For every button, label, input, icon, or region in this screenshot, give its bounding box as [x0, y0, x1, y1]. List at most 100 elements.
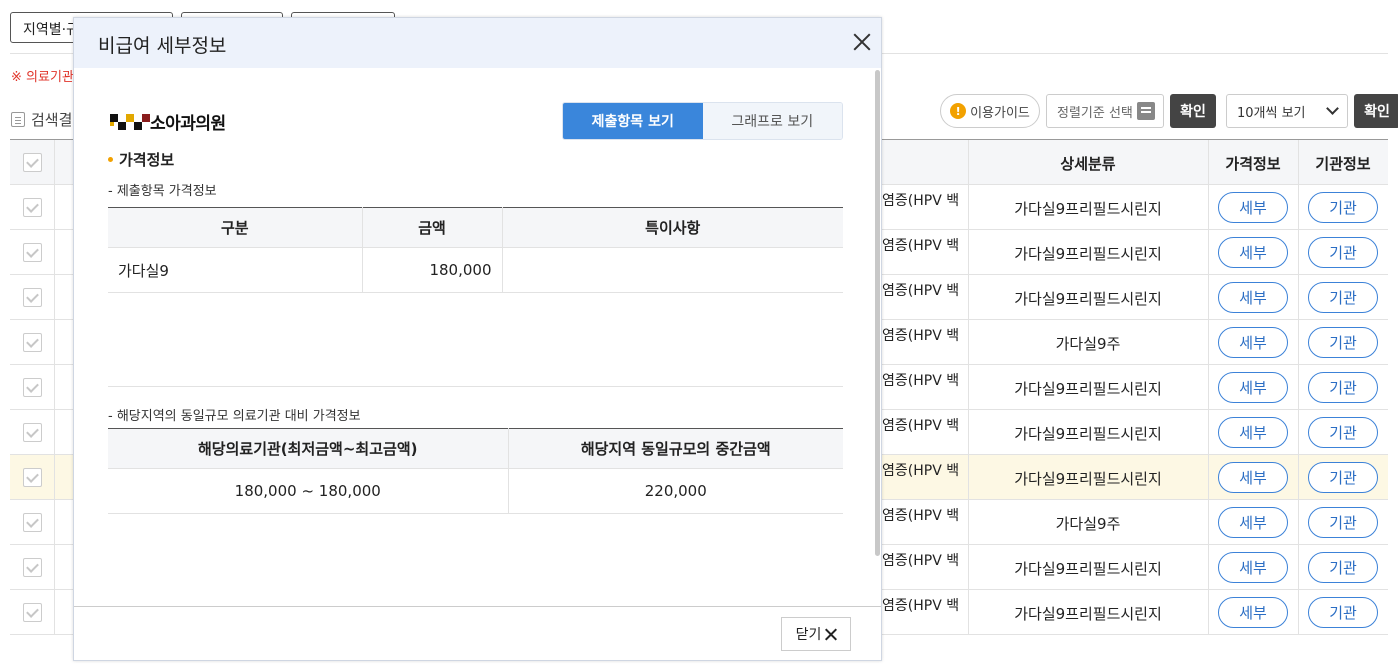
cell-item-name: 염증(HPV 백 — [882, 553, 960, 569]
column-divider — [54, 410, 55, 454]
select-all-checkbox[interactable] — [23, 153, 42, 172]
price-detail-button[interactable]: 세부 — [1218, 552, 1288, 583]
price-detail-button[interactable]: 세부 — [1218, 597, 1288, 628]
header-range: 해당의료기관(최저금액~최고금액) — [108, 428, 508, 469]
per-page-confirm-button[interactable]: 확인 — [1354, 94, 1398, 128]
sort-confirm-button[interactable]: 확인 — [1170, 94, 1216, 128]
result-label-text: 검색결 — [31, 111, 73, 129]
table-row: 180,000 ~ 180,000 220,000 — [108, 468, 843, 514]
table-row: 가다실9 180,000 — [108, 247, 843, 293]
table-header-row: 해당의료기관(최저금액~최고금액) 해당지역 동일규모의 중간금액 — [108, 428, 843, 469]
institution-button[interactable]: 기관 — [1308, 552, 1378, 583]
row-checkbox[interactable] — [23, 378, 42, 397]
notice-text: ※ 의료기관 — [11, 70, 74, 85]
cell-category: 가다실9주 — [1055, 515, 1121, 533]
row-checkbox[interactable] — [23, 513, 42, 532]
price-detail-button[interactable]: 세부 — [1218, 462, 1288, 493]
cell-category: 가다실9프리필드시린지 — [1014, 380, 1162, 398]
section-title-text: 가격정보 — [119, 151, 175, 169]
modal-scrollbar[interactable] — [875, 70, 880, 556]
section-title: 가격정보 — [108, 149, 174, 170]
tab-graph-view[interactable]: 그래프로 보기 — [702, 103, 842, 139]
header-note: 특이사항 — [501, 207, 843, 248]
bullet-icon — [108, 157, 113, 162]
price-detail-button[interactable]: 세부 — [1218, 282, 1288, 313]
institution-button[interactable]: 기관 — [1308, 597, 1378, 628]
institution-button[interactable]: 기관 — [1308, 507, 1378, 538]
modal-header: 비급여 세부정보 — [74, 18, 881, 68]
cell-category: 가다실9프리필드시린지 — [1014, 425, 1162, 443]
cell-category: 가다실9프리필드시린지 — [1014, 560, 1162, 578]
column-divider — [54, 545, 55, 589]
footer-divider — [74, 606, 881, 607]
cell-category: 가다실9프리필드시린지 — [1014, 200, 1162, 218]
row-checkbox[interactable] — [23, 333, 42, 352]
sort-select[interactable]: 정렬기준 선택 — [1046, 94, 1164, 128]
header-item: 구분 — [108, 207, 362, 248]
info-icon: ! — [950, 103, 967, 119]
header-amount: 금액 — [361, 207, 502, 248]
institution-button[interactable]: 기관 — [1308, 282, 1378, 313]
column-divider — [54, 320, 55, 364]
row-checkbox[interactable] — [23, 243, 42, 262]
tab-submitted-items[interactable]: 제출항목 보기 — [563, 103, 703, 139]
submitted-price-table: 구분 금액 특이사항 가다실9 180,000 — [108, 207, 843, 293]
column-divider — [54, 590, 55, 634]
divider — [108, 386, 843, 387]
price-detail-button[interactable]: 세부 — [1218, 507, 1288, 538]
row-checkbox[interactable] — [23, 558, 42, 577]
price-detail-button[interactable]: 세부 — [1218, 192, 1288, 223]
institution-button[interactable]: 기관 — [1308, 327, 1378, 358]
header-category: 상세분류 — [1060, 155, 1116, 173]
header-price: 가격정보 — [1225, 155, 1281, 173]
institution-button[interactable]: 기관 — [1308, 192, 1378, 223]
background-page: 지역별·규 ※ 의료기관 검색결 ! 이용가이드 정렬기준 선택 확인 10개씩… — [0, 0, 1398, 669]
cell-note — [501, 247, 843, 293]
cell-item-name: 염증(HPV 백 — [882, 283, 960, 299]
price-detail-button[interactable]: 세부 — [1218, 237, 1288, 268]
cell-category: 가다실9주 — [1055, 335, 1121, 353]
column-divider — [54, 185, 55, 229]
price-detail-button[interactable]: 세부 — [1218, 372, 1288, 403]
institution-button[interactable]: 기관 — [1308, 372, 1378, 403]
chevron-down-icon — [1326, 102, 1339, 115]
close-icon — [825, 629, 836, 640]
header-institution: 기관정보 — [1315, 155, 1371, 173]
view-tabs: 제출항목 보기 그래프로 보기 — [562, 102, 843, 140]
cell-category: 가다실9프리필드시린지 — [1014, 605, 1162, 623]
column-divider — [54, 140, 55, 184]
detail-modal: 비급여 세부정보 소아과의원 제출항목 보기 그래프로 보기 가격정보 - 제출… — [73, 17, 882, 661]
guide-button[interactable]: ! 이용가이드 — [940, 94, 1040, 128]
institution-button[interactable]: 기관 — [1308, 237, 1378, 268]
cell-item-name: 염증(HPV 백 — [882, 418, 960, 434]
column-divider — [54, 500, 55, 544]
row-checkbox[interactable] — [23, 468, 42, 487]
column-divider — [54, 365, 55, 409]
modal-title: 비급여 세부정보 — [98, 35, 227, 57]
table-header-row: 구분 금액 특이사항 — [108, 207, 843, 248]
cell-item-name: 염증(HPV 백 — [882, 238, 960, 254]
close-label: 닫기 — [795, 627, 822, 643]
institution-button[interactable]: 기관 — [1308, 462, 1378, 493]
list-toolbar: ! 이용가이드 정렬기준 선택 확인 10개씩 보기 확인 — [940, 94, 1398, 128]
per-page-label: 10개씩 보기 — [1237, 105, 1306, 121]
price-detail-button[interactable]: 세부 — [1218, 327, 1288, 358]
column-divider — [54, 455, 55, 499]
close-button[interactable]: 닫기 — [781, 617, 851, 651]
cell-category: 가다실9프리필드시린지 — [1014, 245, 1162, 263]
cell-item-name: 염증(HPV 백 — [882, 508, 960, 524]
submitted-subtitle: - 제출항목 가격정보 — [108, 184, 217, 199]
hospital-header: 소아과의원 — [110, 109, 226, 134]
institution-button[interactable]: 기관 — [1308, 417, 1378, 448]
cell-item-name: 염증(HPV 백 — [882, 193, 960, 209]
row-checkbox[interactable] — [23, 423, 42, 442]
header-median: 해당지역 동일규모의 중간금액 — [507, 428, 843, 469]
row-checkbox[interactable] — [23, 603, 42, 622]
row-checkbox[interactable] — [23, 288, 42, 307]
cell-item-name: 염증(HPV 백 — [882, 373, 960, 389]
row-checkbox[interactable] — [23, 198, 42, 217]
column-divider — [54, 230, 55, 274]
close-icon[interactable] — [852, 32, 872, 52]
price-detail-button[interactable]: 세부 — [1218, 417, 1288, 448]
per-page-select[interactable]: 10개씩 보기 — [1226, 94, 1348, 128]
